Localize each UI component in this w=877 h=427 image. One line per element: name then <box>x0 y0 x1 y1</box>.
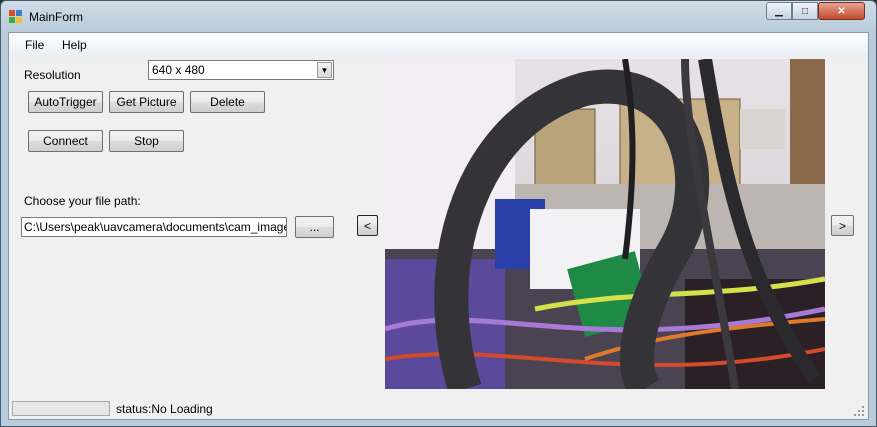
prev-image-button[interactable]: < <box>357 215 378 236</box>
menu-bar: File Help <box>9 33 868 57</box>
resolution-value: 640 x 480 <box>152 63 205 77</box>
next-image-button[interactable]: > <box>831 215 854 236</box>
delete-button[interactable]: Delete <box>190 91 265 113</box>
window-title: MainForm <box>29 10 84 24</box>
client-area: File Help Resolution 640 x 480 ▼ AutoTri… <box>8 32 869 420</box>
menu-help[interactable]: Help <box>62 38 87 52</box>
minimize-button[interactable]: ▁ <box>766 2 792 20</box>
maximize-icon: □ <box>801 5 809 17</box>
title-bar[interactable]: MainForm ▁ □ ✕ <box>1 1 876 33</box>
connect-button[interactable]: Connect <box>28 130 103 152</box>
maximize-button[interactable]: □ <box>792 2 818 20</box>
camera-image <box>385 59 825 389</box>
status-text: status:No Loading <box>116 402 213 416</box>
chevron-down-icon[interactable]: ▼ <box>317 62 332 78</box>
menu-file[interactable]: File <box>25 38 44 52</box>
file-path-value: C:\Users\peak\uavcamera\documents\cam_im… <box>24 220 287 234</box>
status-bar: status:No Loading <box>9 398 868 419</box>
file-path-label: Choose your file path: <box>24 194 141 208</box>
stop-button[interactable]: Stop <box>109 130 184 152</box>
resize-grip-icon[interactable] <box>854 406 864 416</box>
resolution-label: Resolution <box>24 68 81 82</box>
minimize-icon: ▁ <box>775 5 783 17</box>
app-icon <box>9 10 23 24</box>
file-path-input[interactable]: C:\Users\peak\uavcamera\documents\cam_im… <box>21 217 287 237</box>
get-picture-button[interactable]: Get Picture <box>109 91 184 113</box>
resolution-combo[interactable]: 640 x 480 ▼ <box>148 60 334 80</box>
browse-button[interactable]: ... <box>295 216 334 238</box>
camera-picture <box>385 59 825 389</box>
close-icon: ✕ <box>837 5 846 17</box>
progress-bar <box>12 401 110 416</box>
auto-trigger-button[interactable]: AutoTrigger <box>28 91 103 113</box>
close-button[interactable]: ✕ <box>818 2 865 20</box>
main-window: MainForm ▁ □ ✕ File Help Resolution 640 … <box>0 0 877 427</box>
